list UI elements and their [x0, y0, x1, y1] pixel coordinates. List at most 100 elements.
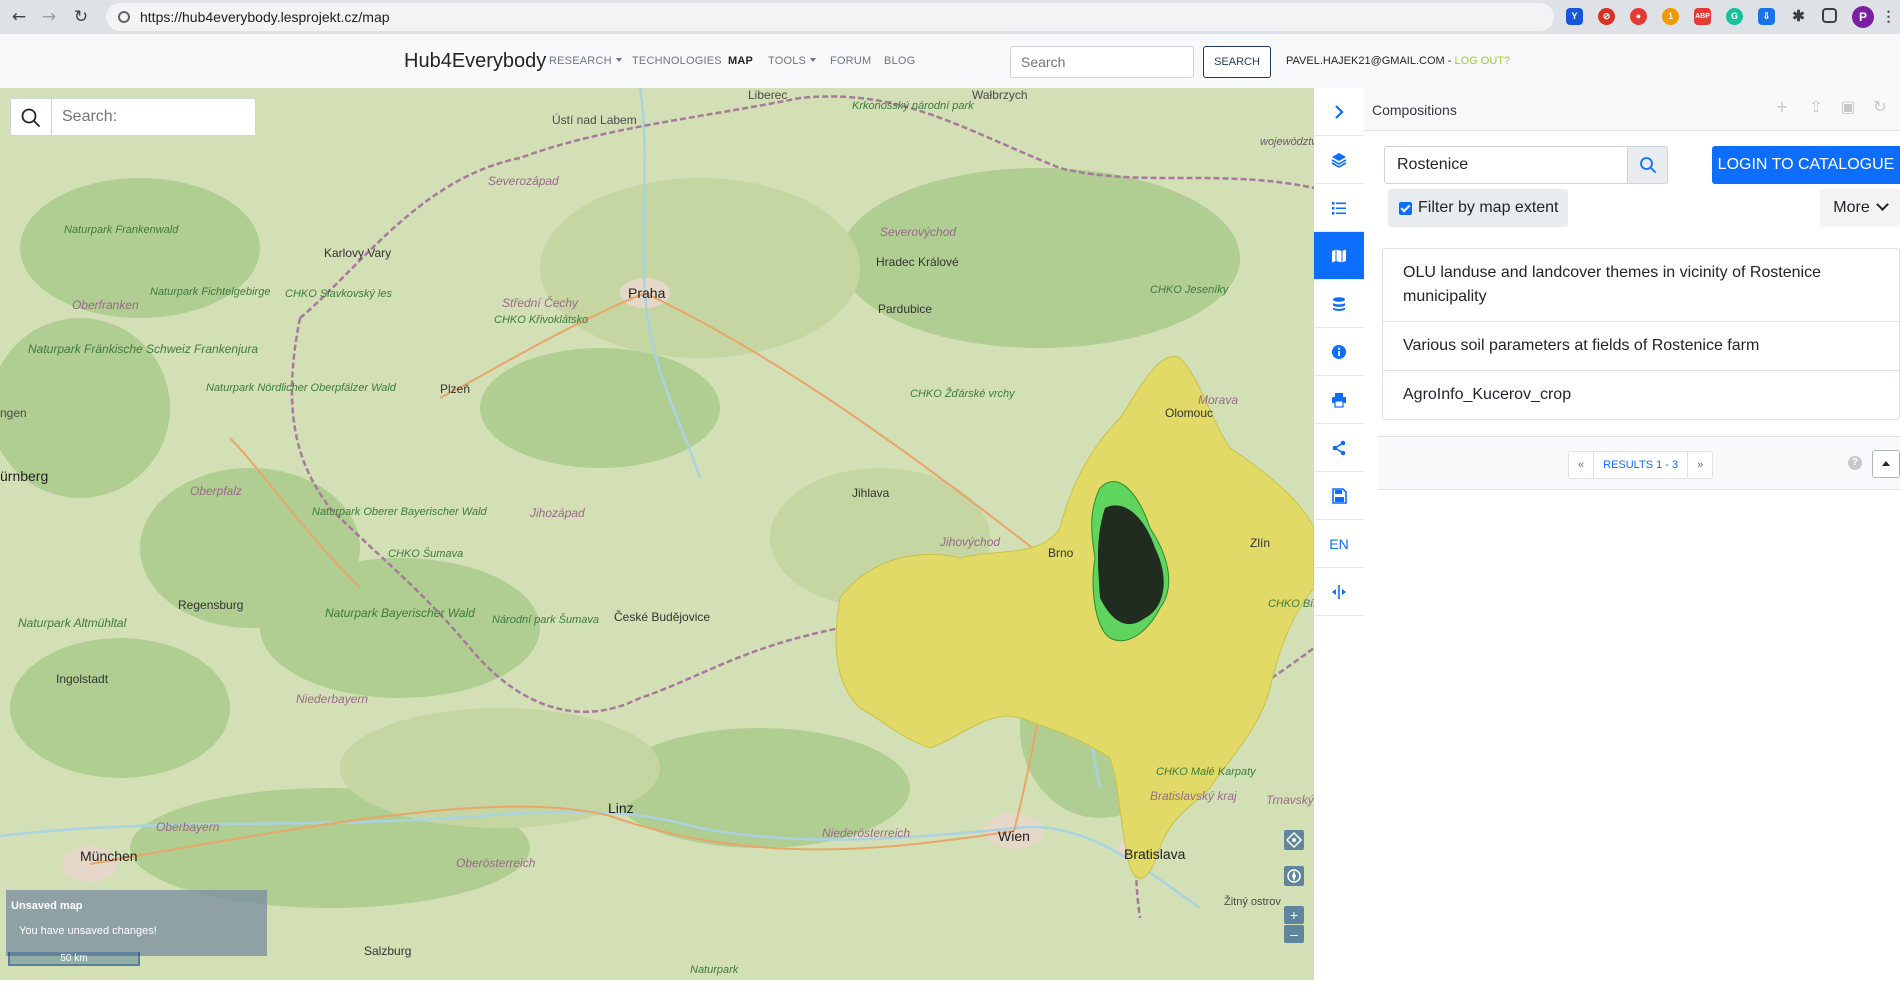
red-extension-icon[interactable]: ● [1630, 8, 1647, 25]
map-label-regensburg: Regensburg [178, 598, 244, 612]
save-icon[interactable]: ▣ [1840, 99, 1856, 115]
pagination: « RESULTS 1 - 3 » [1568, 451, 1714, 479]
nav-map[interactable]: MAP [728, 55, 753, 67]
brand-link[interactable]: Hub4Everybody [404, 50, 546, 73]
zoom-in-button[interactable]: + [1284, 906, 1304, 924]
profile-avatar[interactable]: P [1852, 6, 1874, 28]
more-dropdown[interactable]: More [1820, 189, 1900, 227]
print-icon [1332, 392, 1346, 408]
share-button[interactable] [1314, 424, 1364, 472]
nav-forum[interactable]: FORUM [830, 55, 871, 67]
map-label-naturpark-nordlicher: Naturpark Nördlicher Oberpfälzer Wald [206, 382, 396, 394]
save-button[interactable] [1314, 472, 1364, 520]
map-label-ingolstadt: Ingolstadt [56, 672, 109, 686]
composition-item[interactable]: OLU landuse and landcover themes in vici… [1383, 249, 1899, 322]
map-label-brno: Brno [1048, 546, 1074, 560]
map-icon [1332, 249, 1346, 262]
site-search-button[interactable]: SEARCH [1203, 46, 1271, 78]
more-label: More [1833, 199, 1870, 216]
upload-icon[interactable]: ⇧ [1808, 99, 1824, 115]
pagination-bar: « RESULTS 1 - 3 » ? [1378, 436, 1900, 490]
map-label-karlovy-vary: Karlovy Vary [324, 246, 392, 260]
compositions-panel: Compositions + ⇧ ▣ ↻ LOGIN TO CATALOGUE … [1364, 88, 1900, 1000]
unsaved-message: You have unsaved changes! [19, 925, 157, 937]
map-label-jihovychod: Jihovýchod [940, 535, 1001, 549]
map-label-zitny-ostrov: Žitný ostrov [1224, 896, 1281, 908]
help-icon[interactable]: ? [1848, 456, 1862, 470]
map-label-chko-male-karpaty: CHKO Malé Karpaty [1156, 766, 1256, 778]
map-label-jihlava: Jihlava [852, 486, 890, 500]
next-page-button[interactable]: » [1688, 452, 1712, 478]
list-icon [1332, 201, 1346, 214]
v-extension-icon[interactable]: Y [1566, 8, 1583, 25]
map-label-niederosterreich: Niederösterreich [822, 826, 911, 840]
filter-label: Filter by map extent [1418, 199, 1559, 216]
composition-item[interactable]: Various soil parameters at fields of Ros… [1383, 322, 1899, 371]
datasource-button[interactable] [1314, 280, 1364, 328]
plus-icon[interactable]: + [1774, 99, 1790, 115]
toggle-panel-button[interactable] [1314, 88, 1364, 136]
language-button[interactable]: EN [1314, 520, 1364, 568]
nav-research[interactable]: RESEARCH [549, 55, 622, 67]
nav-blog[interactable]: BLOG [884, 55, 915, 67]
adblock-extension-icon[interactable]: ABP [1694, 8, 1711, 25]
map-search-input[interactable] [52, 99, 272, 135]
rotate-north-button[interactable] [1284, 866, 1304, 886]
map-label-salzburg: Salzburg [364, 944, 412, 958]
side-toolbar: EN [1314, 88, 1365, 980]
measure-button[interactable] [1314, 568, 1364, 616]
composition-search-input[interactable] [1384, 146, 1628, 184]
prev-page-button[interactable]: « [1569, 452, 1595, 478]
filter-checkbox[interactable] [1399, 202, 1412, 215]
sidepanel-icon[interactable] [1822, 8, 1837, 23]
map-label-naturpark-altmuhltal: Naturpark Altmühltal [18, 616, 127, 630]
map-label-naturpark-bottom: Naturpark [690, 964, 739, 976]
refresh-icon[interactable]: ↻ [1872, 99, 1888, 115]
print-button[interactable] [1314, 376, 1364, 424]
address-bar[interactable]: https://hub4everybody.lesprojekt.cz/map [106, 3, 1554, 31]
back-icon[interactable]: ← [8, 6, 30, 28]
logout-link[interactable]: LOG OUT? [1454, 55, 1510, 67]
login-to-catalogue-button[interactable]: LOGIN TO CATALOGUE [1712, 146, 1900, 184]
map-label-hradec-kralove: Hradec Králové [876, 255, 959, 269]
composition-search-button[interactable] [1628, 146, 1668, 184]
unsaved-map-notice[interactable]: Unsaved map You have unsaved changes! [6, 890, 267, 956]
legend-button[interactable] [1314, 184, 1364, 232]
download-extension-icon[interactable]: ⇩ [1758, 8, 1775, 25]
map-label-chko-zdarske: CHKO Žďárské vrchy [910, 388, 1015, 400]
zoom-out-button[interactable]: – [1284, 925, 1304, 943]
compositions-button[interactable] [1314, 232, 1364, 280]
composition-item[interactable]: AgroInfo_Kucerov_crop [1383, 371, 1899, 419]
info-button[interactable] [1314, 328, 1364, 376]
user-email: PAVEL.HAJEK21@GMAIL.COM [1286, 55, 1445, 67]
compress-icon [1332, 584, 1346, 599]
forward-icon[interactable]: → [38, 6, 60, 28]
grammarly-extension-icon[interactable]: G [1726, 8, 1743, 25]
map-label-niederbayern: Niederbayern [296, 692, 369, 706]
orange-badge-extension-icon[interactable]: 1 [1662, 8, 1679, 25]
nav-technologies[interactable]: TECHNOLOGIES [632, 55, 722, 67]
site-info-icon[interactable] [118, 11, 130, 23]
map-search-button[interactable] [11, 99, 52, 135]
filter-by-extent[interactable]: Filter by map extent [1388, 189, 1568, 227]
nav-tools[interactable]: TOOLS [768, 55, 817, 67]
layer-manager-button[interactable] [1314, 136, 1364, 184]
collapse-button[interactable] [1872, 450, 1900, 478]
map-label-oberbayern: Oberbayern [156, 820, 220, 834]
default-view-button[interactable] [1284, 830, 1304, 850]
puzzle-icon[interactable]: ✱ [1790, 8, 1807, 25]
map-label-krkonossky: Krkonošský národní park [852, 100, 974, 112]
map-canvas[interactable]: Liberec Wałbrzych Ústí nad Labem Krkonoš… [0, 88, 1314, 980]
map-label-bratislavsky-kraj: Bratislavský kraj [1150, 789, 1237, 803]
database-icon [1333, 296, 1345, 311]
menu-dots-icon[interactable]: ⋮ [1880, 8, 1897, 25]
map-label-ngen: ngen [0, 406, 27, 420]
map-label-chko-bile-karpaty: CHKO Bílé Karpaty [1268, 598, 1314, 610]
map-label-chko-slavkovsky: CHKO Slavkovský les [285, 288, 392, 300]
block-extension-icon[interactable]: ⊘ [1598, 8, 1615, 25]
map-label-walbrzych: Wałbrzych [972, 88, 1028, 102]
map-label-chko-krivoklatsko: CHKO Křivoklátsko [494, 314, 589, 326]
site-search-input[interactable] [1010, 46, 1194, 78]
map-label-oberpfalz: Oberpfalz [190, 484, 243, 498]
reload-icon[interactable]: ↻ [70, 6, 92, 28]
